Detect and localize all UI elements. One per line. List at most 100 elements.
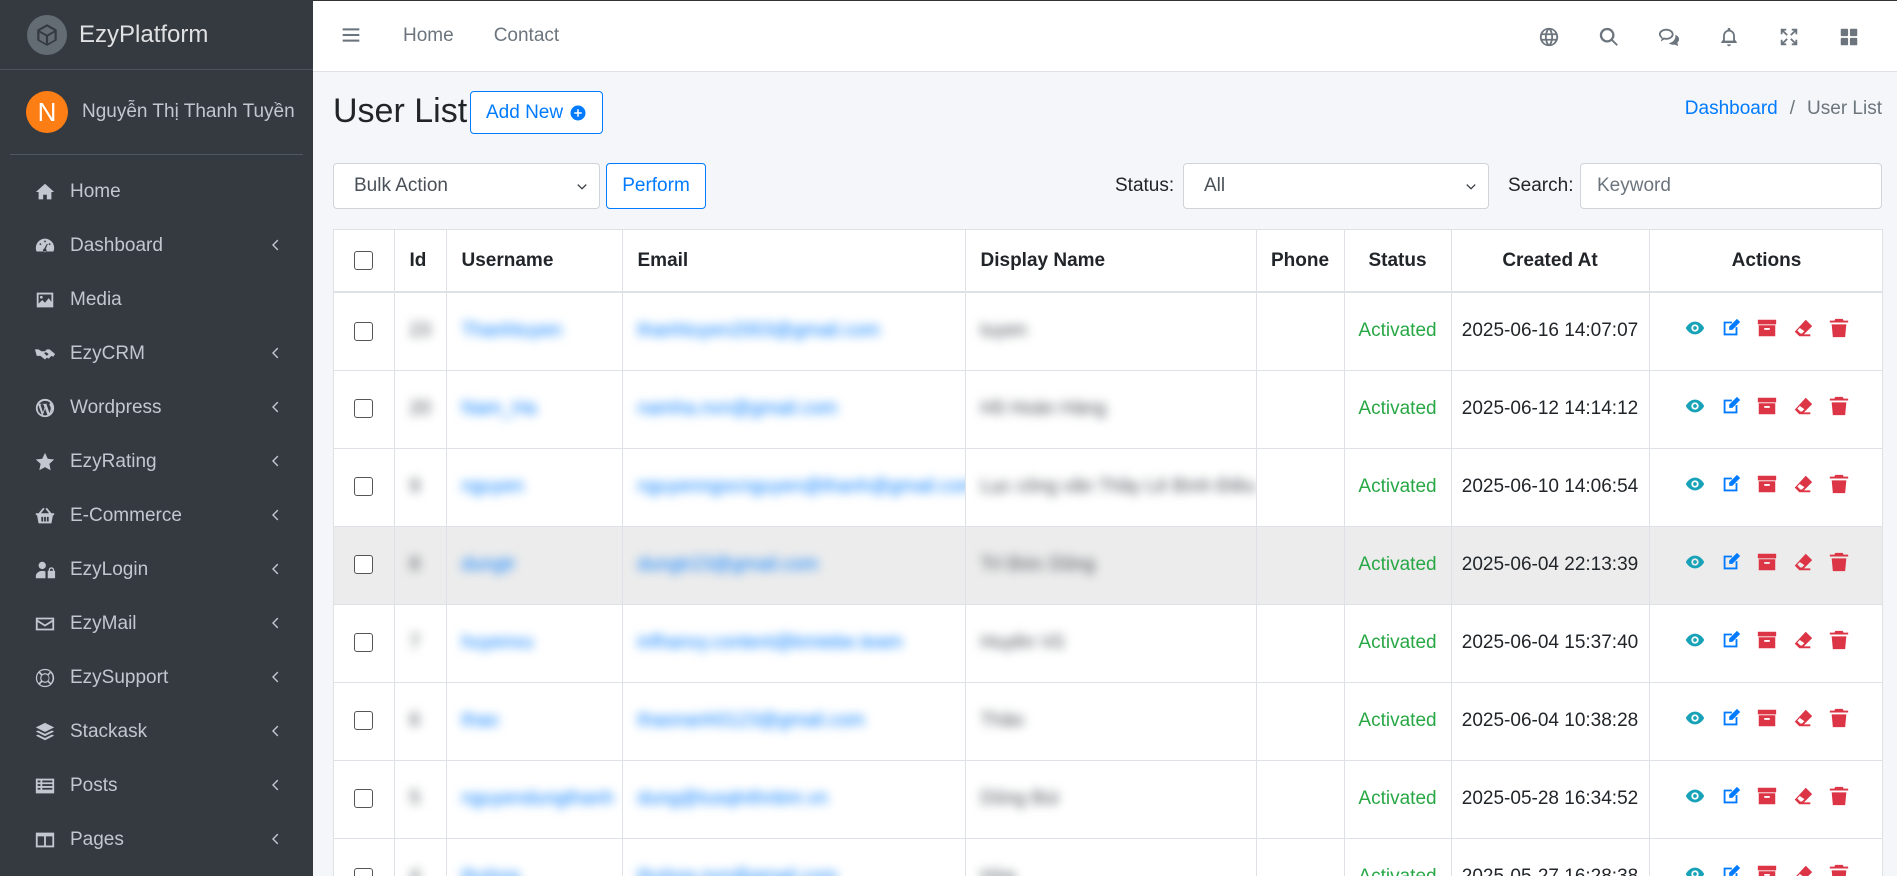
archive-icon[interactable] <box>1756 863 1778 876</box>
table-row[interactable]: 20 Nam_Ha namha.nvn@gmail.com Hồ Hoàn Hàng A… <box>334 369 1882 448</box>
menu-toggle-icon[interactable] <box>341 25 363 47</box>
search-icon[interactable] <box>1579 17 1639 57</box>
header-display-name[interactable]: Display Name <box>965 230 1257 293</box>
header-created-at[interactable]: Created At <box>1451 230 1650 293</box>
chevron-left-icon[interactable] <box>267 237 283 253</box>
chevron-left-icon[interactable] <box>267 723 283 739</box>
chevron-left-icon[interactable] <box>267 777 283 793</box>
email-link[interactable]: dungtr23@gmail.com <box>638 554 819 575</box>
trash-icon[interactable] <box>1828 785 1850 813</box>
edit-icon[interactable] <box>1720 629 1742 657</box>
sidebar-item-e-commerce[interactable]: E-Commerce <box>0 489 313 543</box>
sidebar-item-media[interactable]: Media <box>0 273 313 327</box>
edit-icon[interactable] <box>1720 551 1742 579</box>
sidebar-item-ezyrating[interactable]: EzyRating <box>0 435 313 489</box>
username-link[interactable]: Nam_Ha <box>462 398 537 419</box>
chevron-left-icon[interactable] <box>267 399 283 415</box>
header-email[interactable]: Email <box>622 230 966 293</box>
username-link[interactable]: thuhoa <box>462 866 520 876</box>
row-checkbox[interactable] <box>354 789 374 809</box>
row-checkbox[interactable] <box>354 633 374 653</box>
sidebar-item-ezymail[interactable]: EzyMail <box>0 597 313 651</box>
email-link[interactable]: thanhtuyen2003@gmail.com <box>638 320 880 341</box>
eraser-icon[interactable] <box>1792 317 1814 345</box>
chevron-left-icon[interactable] <box>267 831 283 847</box>
sidebar-item-ezylogin[interactable]: EzyLogin <box>0 543 313 597</box>
grid-icon[interactable] <box>1819 17 1879 57</box>
view-icon[interactable] <box>1684 551 1706 579</box>
view-icon[interactable] <box>1684 395 1706 423</box>
table-row[interactable]: 23 Thanhtuyen thanhtuyen2003@gmail.com tuye… <box>334 291 1882 370</box>
email-link[interactable]: thaonanh0123@gmail.com <box>638 710 865 731</box>
table-row[interactable]: 8 dungtr dungtr23@gmail.com Trí Đức Dũng Act… <box>334 525 1882 604</box>
select-all-checkbox[interactable] <box>354 250 374 270</box>
sidebar-item-stackask[interactable]: Stackask <box>0 705 313 759</box>
view-icon[interactable] <box>1684 863 1706 876</box>
topnav-contact-link[interactable]: Contact <box>494 25 559 47</box>
brand[interactable]: EzyPlatform <box>0 0 313 70</box>
search-input[interactable] <box>1580 163 1882 209</box>
trash-icon[interactable] <box>1828 473 1850 501</box>
archive-icon[interactable] <box>1756 707 1778 735</box>
bulk-action-select[interactable]: Bulk Action <box>333 163 600 209</box>
eraser-icon[interactable] <box>1792 707 1814 735</box>
row-checkbox[interactable] <box>354 399 374 419</box>
view-icon[interactable] <box>1684 473 1706 501</box>
trash-icon[interactable] <box>1828 707 1850 735</box>
header-username[interactable]: Username <box>446 230 623 293</box>
eraser-icon[interactable] <box>1792 629 1814 657</box>
view-icon[interactable] <box>1684 629 1706 657</box>
email-link[interactable]: infhanvy.content@kmiebe.team <box>638 632 903 653</box>
edit-icon[interactable] <box>1720 863 1742 876</box>
table-row[interactable]: 6 thao thaonanh0123@gmail.com Thảo Activated… <box>334 681 1882 760</box>
bell-icon[interactable] <box>1699 17 1759 57</box>
sidebar-item-ezycrm[interactable]: EzyCRM <box>0 327 313 381</box>
archive-icon[interactable] <box>1756 629 1778 657</box>
email-link[interactable]: thuhoa.nvn@gmail.com <box>638 866 838 876</box>
edit-icon[interactable] <box>1720 473 1742 501</box>
chevron-left-icon[interactable] <box>267 561 283 577</box>
trash-icon[interactable] <box>1828 551 1850 579</box>
edit-icon[interactable] <box>1720 317 1742 345</box>
eraser-icon[interactable] <box>1792 473 1814 501</box>
sidebar-item-ezysupport[interactable]: EzySupport <box>0 651 313 705</box>
edit-icon[interactable] <box>1720 785 1742 813</box>
table-row[interactable]: 9 nguyen nguyenngocnguyen@thanh@gmail.com L… <box>334 447 1882 526</box>
table-row[interactable]: 5 nguyendungthanh dung@tusqlnthnbm.vn Dũng … <box>334 759 1882 838</box>
username-link[interactable]: huyenvu <box>462 632 534 653</box>
trash-icon[interactable] <box>1828 863 1850 876</box>
trash-icon[interactable] <box>1828 317 1850 345</box>
archive-icon[interactable] <box>1756 473 1778 501</box>
chevron-left-icon[interactable] <box>267 453 283 469</box>
view-icon[interactable] <box>1684 785 1706 813</box>
header-id[interactable]: Id <box>394 230 447 293</box>
breadcrumb-dashboard-link[interactable]: Dashboard <box>1685 98 1778 120</box>
email-link[interactable]: namha.nvn@gmail.com <box>638 398 838 419</box>
chevron-left-icon[interactable] <box>267 507 283 523</box>
archive-icon[interactable] <box>1756 785 1778 813</box>
trash-icon[interactable] <box>1828 395 1850 423</box>
edit-icon[interactable] <box>1720 707 1742 735</box>
archive-icon[interactable] <box>1756 317 1778 345</box>
row-checkbox[interactable] <box>354 711 374 731</box>
eraser-icon[interactable] <box>1792 863 1814 876</box>
globe-icon[interactable] <box>1519 17 1579 57</box>
view-icon[interactable] <box>1684 317 1706 345</box>
row-checkbox[interactable] <box>354 477 374 497</box>
username-link[interactable]: nguyendungthanh <box>462 788 614 809</box>
expand-icon[interactable] <box>1759 17 1819 57</box>
table-row[interactable]: 4 thuhoa thuhoa.nvn@gmail.com Hòa Activated2… <box>334 837 1882 876</box>
chevron-left-icon[interactable] <box>267 345 283 361</box>
row-checkbox[interactable] <box>354 555 374 575</box>
comments-icon[interactable] <box>1639 17 1699 57</box>
archive-icon[interactable] <box>1756 551 1778 579</box>
status-filter-select[interactable]: All <box>1183 163 1489 209</box>
edit-icon[interactable] <box>1720 395 1742 423</box>
header-phone[interactable]: Phone <box>1256 230 1345 293</box>
email-link[interactable]: dung@tusqlnthnbm.vn <box>638 788 828 809</box>
sidebar-item-home[interactable]: Home <box>0 165 313 219</box>
header-status[interactable]: Status <box>1344 230 1452 293</box>
eraser-icon[interactable] <box>1792 785 1814 813</box>
username-link[interactable]: dungtr <box>462 554 516 575</box>
sidebar-item-pages[interactable]: Pages <box>0 813 313 867</box>
